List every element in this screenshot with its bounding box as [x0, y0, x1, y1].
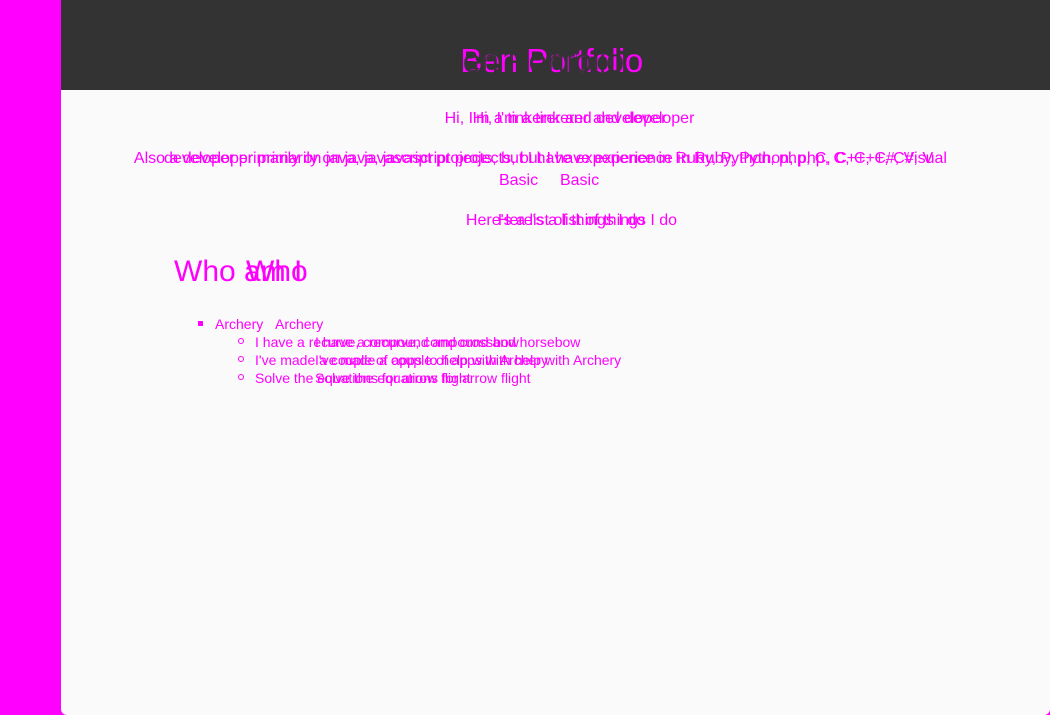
- languages-text-ghost: Also a developer primarily on java, java…: [133, 150, 934, 167]
- sub-list-item-label-ghost: I've made a couple of apps with help wit…: [315, 352, 622, 368]
- sub-list-item-label-ghost: I have a recurve, compound and horsebow: [315, 334, 581, 350]
- basic-line: Basic Basic: [61, 172, 1050, 192]
- page-title: Ben Portfolio Ben Portfolio: [61, 42, 1050, 82]
- page-body: Ben Portfolio Ben Portfolio Hi, I'm a ti…: [61, 0, 1050, 715]
- sub-list-item-label-ghost: Solve the equations for arrow flight: [315, 370, 531, 386]
- things-line: Here's a list of things I do Here's a li…: [61, 212, 1050, 232]
- basic-text-ghost: Basic: [559, 172, 600, 189]
- list-item-label: Archery: [215, 316, 264, 332]
- square-bullet-icon: [198, 321, 203, 326]
- page-title-ghost: Ben Portfolio: [441, 42, 624, 79]
- things-text-ghost: Here's a list of things I do: [497, 212, 678, 229]
- intro-text-ghost: Hi, I'm a tinkerer and developer: [472, 110, 695, 127]
- circle-bullet-icon: [238, 374, 244, 380]
- who-heading-ghost: Who: [246, 255, 308, 288]
- circle-bullet-icon: [238, 338, 244, 344]
- languages-line: developer primarily on java, javascript …: [61, 150, 1050, 170]
- list-item-label-ghost: Archery: [275, 316, 324, 332]
- intro-line: Hi, I'm a tinkerer and developer Hi, I'm…: [61, 110, 1050, 130]
- circle-bullet-icon: [238, 356, 244, 362]
